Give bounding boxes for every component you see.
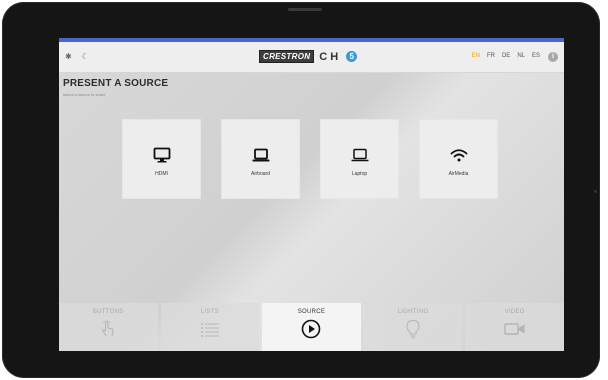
nav-buttons[interactable]: BUTTONS xyxy=(59,303,158,351)
brand-logo: CRESTRON CH 5 xyxy=(259,50,358,63)
nav-label: VIDEO xyxy=(504,309,525,315)
speaker-slot xyxy=(288,8,322,11)
touch-icon xyxy=(98,319,118,339)
nav-video[interactable]: VIDEO xyxy=(465,303,564,351)
source-label: Laptop xyxy=(351,171,368,177)
nav-label: LIGHTING xyxy=(397,309,429,315)
nav-label: BUTTONS xyxy=(92,309,124,315)
page-title: PRESENT A SOURCE xyxy=(63,78,169,89)
source-tile-laptop[interactable]: Laptop xyxy=(320,119,399,199)
top-bar: ✱ ☾ CRESTRON CH 5 EN FR DE NL ES i xyxy=(59,42,564,73)
ch5-badge: 5 xyxy=(346,51,358,62)
crestron-logo: CRESTRON xyxy=(259,50,315,63)
nav-source[interactable]: SOURCE xyxy=(262,303,361,351)
nav-lighting[interactable]: LIGHTING xyxy=(363,303,463,351)
video-camera-icon xyxy=(503,319,526,339)
lang-en[interactable]: EN xyxy=(472,53,480,59)
lang-de[interactable]: DE xyxy=(502,53,510,59)
lang-nl[interactable]: NL xyxy=(517,53,525,59)
laptop-icon xyxy=(351,146,369,164)
lang-fr[interactable]: FR xyxy=(487,53,495,59)
ch-logo-text: CH xyxy=(319,50,342,63)
camera-dot xyxy=(594,190,597,193)
language-selector: EN FR DE NL ES xyxy=(472,53,540,59)
bottom-nav: BUTTONS LISTS SOURCE LIGHTING VIDEO xyxy=(59,303,564,351)
source-tiles: HDMI Airboard Laptop AirMedia xyxy=(122,119,498,199)
monitor-icon xyxy=(153,146,171,164)
list-icon xyxy=(200,319,220,339)
moon-icon[interactable]: ☾ xyxy=(82,52,89,62)
tablet-frame: ✱ ☾ CRESTRON CH 5 EN FR DE NL ES i PRESE… xyxy=(2,2,600,378)
bulb-icon xyxy=(405,319,421,339)
laptop-icon xyxy=(252,146,270,164)
source-tile-airboard[interactable]: Airboard xyxy=(221,119,300,199)
source-label: HDMI xyxy=(155,171,168,177)
source-label: AirMedia xyxy=(448,171,469,177)
touch-screen: ✱ ☾ CRESTRON CH 5 EN FR DE NL ES i PRESE… xyxy=(59,38,564,351)
source-tile-hdmi[interactable]: HDMI xyxy=(122,119,201,199)
source-label: Airboard xyxy=(251,171,270,177)
nav-lists[interactable]: LISTS xyxy=(160,303,260,351)
lang-es[interactable]: ES xyxy=(532,53,540,59)
play-icon xyxy=(301,319,321,339)
source-tile-airmedia[interactable]: AirMedia xyxy=(419,119,498,199)
nav-label: LISTS xyxy=(200,309,219,315)
wifi-icon xyxy=(450,146,468,164)
page-subtitle: select a source to share xyxy=(63,92,106,97)
top-left-icons: ✱ ☾ xyxy=(65,52,89,62)
info-icon[interactable]: i xyxy=(548,52,558,62)
star-icon[interactable]: ✱ xyxy=(65,52,72,62)
nav-label: SOURCE xyxy=(297,309,326,315)
